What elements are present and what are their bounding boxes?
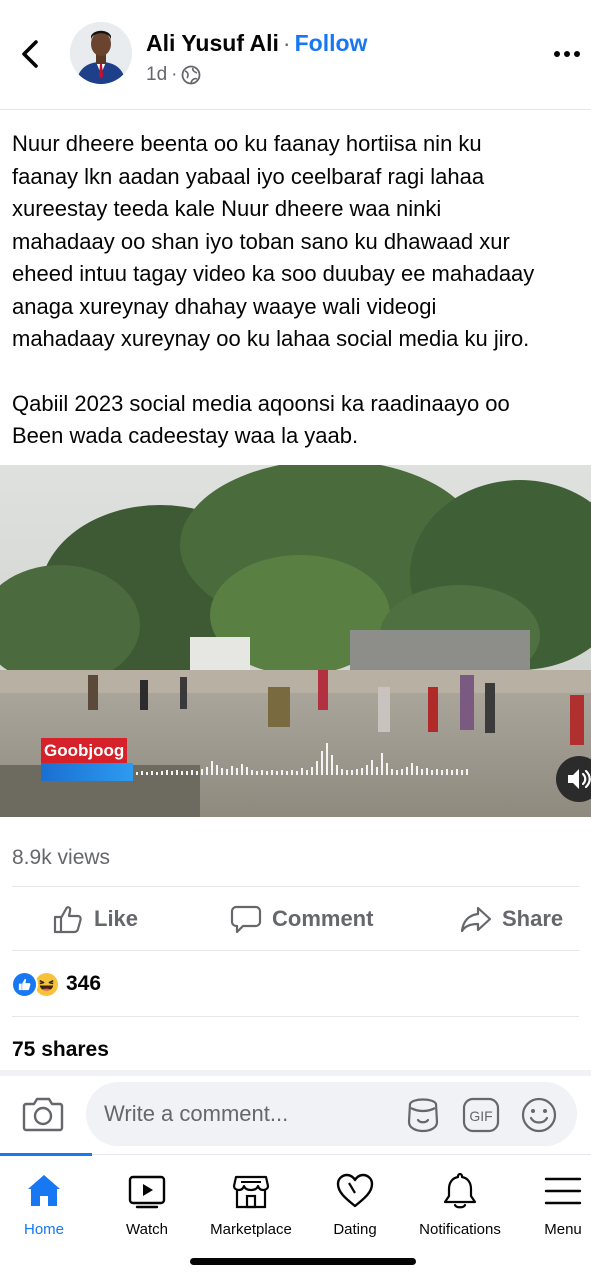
- thumbs-up-icon: [53, 906, 82, 934]
- post-header: Ali Yusuf Ali · Follow 1d ·: [0, 0, 591, 110]
- share-label: Share: [502, 906, 564, 931]
- nav-item-watch[interactable]: Watch: [104, 1155, 190, 1245]
- like-reaction-icon: [11, 970, 38, 998]
- share-button[interactable]: Share: [460, 888, 563, 950]
- gif-label: GIF: [469, 1108, 492, 1124]
- marketplace-icon: [232, 1175, 270, 1209]
- post-meta: 1d ·: [146, 64, 201, 86]
- post-paragraph: Nuur dheere beenta oo ku faanay hortiisa…: [12, 131, 535, 351]
- nav-label: Marketplace: [210, 1221, 292, 1238]
- share-count[interactable]: 75 shares: [12, 1038, 109, 1062]
- gif-button[interactable]: GIF: [462, 1096, 500, 1134]
- dating-icon: [336, 1173, 374, 1208]
- like-label: Like: [94, 906, 139, 931]
- follow-button[interactable]: Follow: [295, 30, 368, 56]
- nav-item-notifications[interactable]: Notifications: [408, 1155, 512, 1245]
- more-dot-icon: [564, 51, 570, 57]
- post-time[interactable]: 1d: [146, 64, 167, 86]
- bell-icon: [443, 1172, 477, 1209]
- watch-icon: [128, 1175, 166, 1209]
- comment-input[interactable]: [104, 1094, 394, 1134]
- home-icon: [28, 1175, 60, 1206]
- reaction-count: 346: [66, 972, 102, 995]
- comment-button[interactable]: Comment: [230, 888, 373, 950]
- avatar-sticker-button[interactable]: [404, 1096, 442, 1134]
- meta-separator: ·: [171, 64, 178, 85]
- home-indicator[interactable]: [190, 1258, 416, 1265]
- name-separator: ·: [282, 30, 291, 56]
- nav-label: Watch: [126, 1221, 168, 1238]
- comment-composer: GIF: [0, 1076, 591, 1156]
- nav-label: Dating: [333, 1221, 377, 1238]
- gif-icon: GIF: [462, 1097, 500, 1133]
- globe-icon: [182, 65, 201, 85]
- divider: [12, 950, 579, 951]
- bottom-navigation: Home Watch Marketplace Dating Notificati…: [0, 1153, 591, 1245]
- author-name[interactable]: Ali Yusuf Ali: [146, 30, 279, 56]
- divider: [12, 1016, 579, 1017]
- nav-item-home[interactable]: Home: [0, 1155, 88, 1245]
- camera-button[interactable]: [22, 1094, 64, 1134]
- smiley-icon: [521, 1097, 557, 1133]
- divider: [12, 886, 579, 887]
- nav-item-marketplace[interactable]: Marketplace: [200, 1155, 302, 1245]
- comment-label: Comment: [272, 906, 374, 931]
- speaker-icon: [568, 769, 591, 789]
- more-dot-icon: [574, 51, 580, 57]
- goobjoog-watermark: Goobjoog: [41, 738, 133, 782]
- post-paragraph: Qabiil 2023 social media aqoonsi ka raad…: [12, 390, 510, 449]
- avatar-sticker-icon: [407, 1098, 439, 1133]
- camera-icon: [22, 1097, 64, 1132]
- post-text: Nuur dheere beenta oo ku faanay hortiisa…: [12, 128, 591, 453]
- reactions-summary[interactable]: 346: [11, 970, 101, 998]
- nav-item-menu[interactable]: Menu: [526, 1155, 591, 1245]
- nav-item-dating[interactable]: Dating: [318, 1155, 392, 1245]
- watermark-text: Goobjoog: [41, 738, 128, 763]
- watermark-bar: [41, 763, 133, 781]
- comment-input-wrapper: GIF: [86, 1082, 577, 1146]
- more-options-button[interactable]: [549, 40, 585, 68]
- back-button[interactable]: [14, 34, 46, 74]
- author-avatar[interactable]: [70, 22, 132, 84]
- chevron-left-icon: [22, 40, 38, 68]
- share-arrow-icon: [460, 906, 492, 933]
- like-button[interactable]: Like: [52, 888, 138, 950]
- comment-bubble-icon: [230, 905, 262, 934]
- more-dot-icon: [554, 51, 560, 57]
- view-count: 8.9k views: [12, 846, 111, 869]
- post-actions: Like Comment Share: [0, 888, 591, 950]
- nav-label: Notifications: [419, 1221, 501, 1238]
- menu-icon: [544, 1177, 582, 1205]
- nav-label: Home: [23, 1221, 64, 1238]
- nav-label: Menu: [544, 1221, 582, 1238]
- emoji-button[interactable]: [520, 1096, 558, 1134]
